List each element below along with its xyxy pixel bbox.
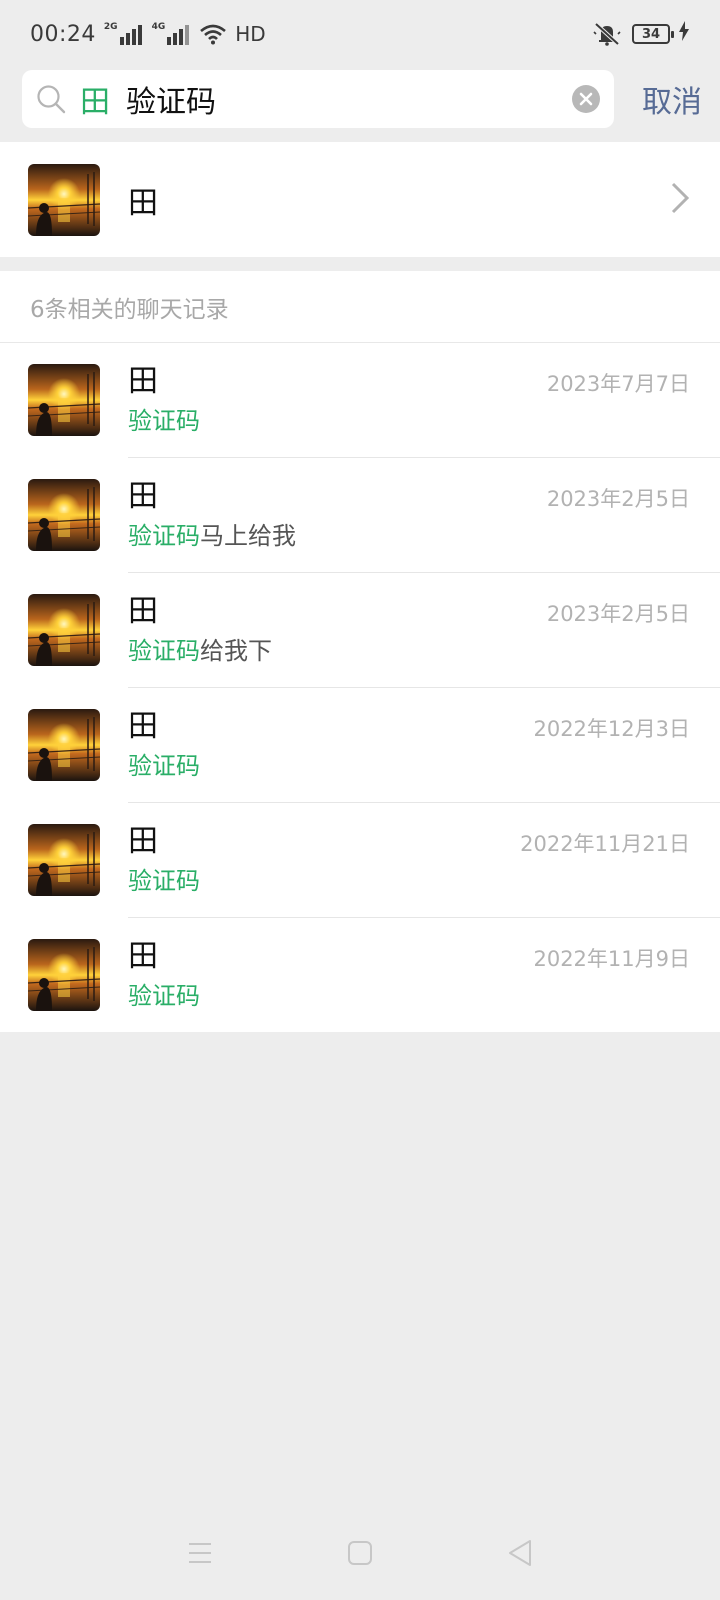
cancel-button[interactable]: 取消: [642, 77, 702, 121]
search-icon: [36, 84, 66, 114]
record-sender: 田: [128, 364, 158, 399]
record-body: 田 2023年2月5日 验证码马上给我: [128, 479, 720, 551]
record-date: 2023年2月5日: [546, 487, 690, 511]
status-bar: 00:24 2G 4G HD 34: [0, 0, 720, 68]
record-message: 验证码给我下: [128, 636, 272, 666]
chevron-right-icon: [670, 181, 690, 219]
signal-icon-sim2: 4G: [152, 23, 192, 45]
record-match: 验证码: [128, 752, 200, 780]
search-row: 田 取消: [22, 70, 702, 128]
wifi-icon: [199, 23, 227, 45]
record-sender: 田: [128, 709, 158, 744]
record-rest: 马上给我: [200, 522, 296, 550]
record-message: 验证码: [128, 751, 200, 781]
record-date: 2022年11月21日: [520, 832, 690, 856]
record-body: 田 2022年11月21日 验证码: [128, 824, 720, 896]
record-sender: 田: [128, 824, 158, 859]
record-message: 验证码: [128, 406, 200, 436]
record-date: 2022年12月3日: [533, 717, 690, 741]
contact-result[interactable]: 田: [0, 142, 720, 257]
charging-icon: [678, 21, 690, 47]
record-body: 田 2023年7月7日 验证码: [128, 364, 720, 436]
list-item[interactable]: 田 2022年12月3日 验证码: [0, 688, 720, 803]
list-item[interactable]: 田 2023年2月5日 验证码马上给我: [0, 458, 720, 573]
back-icon[interactable]: [507, 1539, 533, 1571]
contact-name: 田: [128, 185, 158, 221]
record-body: 田 2022年12月3日 验证码: [128, 709, 720, 781]
list-item[interactable]: 田 2023年2月5日 验证码给我下: [0, 573, 720, 688]
record-sender: 田: [128, 939, 158, 974]
clear-icon[interactable]: [572, 85, 600, 113]
home-icon[interactable]: [347, 1540, 373, 1570]
record-body: 田 2022年11月9日 验证码: [128, 939, 720, 1011]
chat-records-section: 6条相关的聊天记录 田 2023年7月7日 验证码 田 2023年2月5日 验证…: [0, 271, 720, 1032]
record-match: 验证码: [128, 637, 200, 665]
record-message: 验证码马上给我: [128, 521, 296, 551]
screen: 00:24 2G 4G HD 34 田 验证码 取消 田 6条相关的聊天记录 田…: [0, 0, 720, 1600]
avatar: [28, 364, 100, 436]
record-match: 验证码: [128, 407, 200, 435]
record-match: 验证码: [128, 522, 200, 550]
search-input[interactable]: [126, 81, 546, 117]
record-match: 验证码: [128, 982, 200, 1010]
hd-label: HD: [235, 22, 266, 46]
list-item[interactable]: 田 2022年11月9日 验证码: [0, 918, 720, 1033]
avatar: [28, 709, 100, 781]
battery-indicator: 34: [632, 24, 674, 44]
avatar: [28, 824, 100, 896]
menu-icon[interactable]: [187, 1541, 213, 1569]
nav-bar: [0, 1510, 720, 1600]
records-header: 6条相关的聊天记录: [0, 271, 720, 343]
record-match: 验证码: [128, 867, 200, 895]
avatar: [28, 939, 100, 1011]
status-right: 34: [592, 21, 690, 47]
record-message: 验证码: [128, 866, 200, 896]
record-message: 验证码: [128, 981, 200, 1011]
record-rest: 给我下: [200, 637, 272, 665]
record-body: 田 2023年2月5日 验证码给我下: [128, 594, 720, 666]
record-sender: 田: [128, 479, 158, 514]
search-contact-tag[interactable]: 田: [80, 77, 110, 121]
record-date: 2023年7月7日: [546, 372, 690, 396]
record-date: 2022年11月9日: [533, 947, 690, 971]
search-box[interactable]: 田: [22, 70, 614, 128]
avatar: [28, 479, 100, 551]
avatar: [28, 594, 100, 666]
record-sender: 田: [128, 594, 158, 629]
signal-icon-sim1: 2G: [104, 23, 144, 45]
avatar: [28, 164, 100, 236]
list-item[interactable]: 田 2023年7月7日 验证码: [0, 343, 720, 458]
record-list: 田 2023年7月7日 验证码 田 2023年2月5日 验证码马上给我 田 20…: [0, 343, 720, 1033]
list-item[interactable]: 田 2022年11月21日 验证码: [0, 803, 720, 918]
mute-icon: [592, 22, 622, 46]
record-date: 2023年2月5日: [546, 602, 690, 626]
status-time: 00:24: [30, 21, 96, 47]
